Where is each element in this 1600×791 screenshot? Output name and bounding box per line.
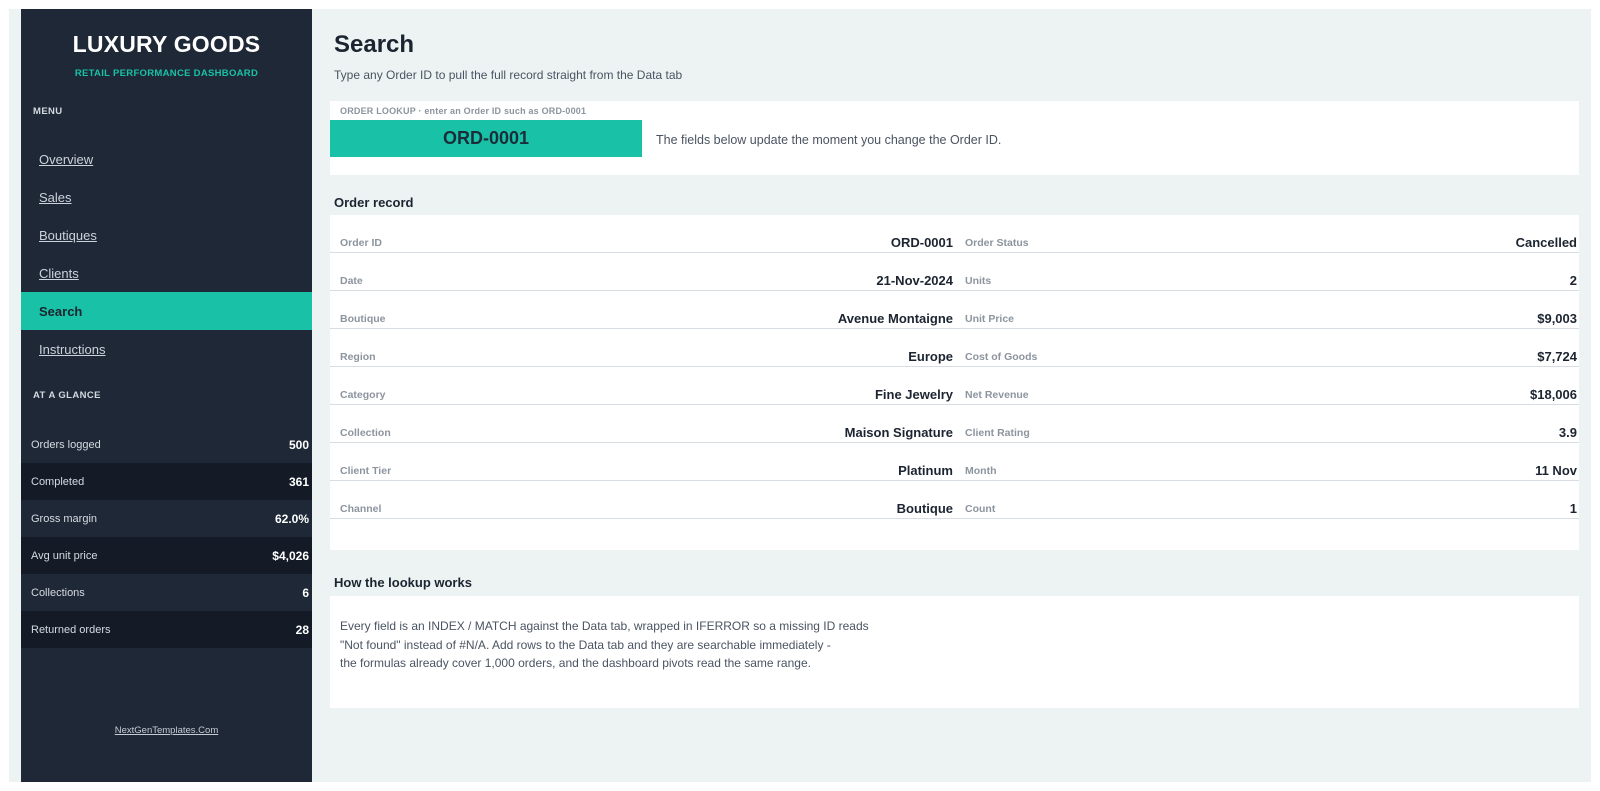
field-collection: Collection Maison Signature bbox=[330, 405, 955, 443]
app-frame: LUXURY GOODS RETAIL PERFORMANCE DASHBOAR… bbox=[9, 9, 1591, 782]
field-client-tier: Client Tier Platinum bbox=[330, 443, 955, 481]
field-value: ORD-0001 bbox=[890, 235, 953, 250]
field-channel: Channel Boutique bbox=[330, 481, 955, 519]
at-a-glance-label: AT A GLANCE bbox=[33, 390, 101, 401]
field-month: Month 11 Nov bbox=[955, 443, 1579, 481]
stat-label: Orders logged bbox=[31, 438, 101, 451]
sidebar-item-sales[interactable]: Sales bbox=[21, 178, 312, 216]
field-value: Platinum bbox=[898, 463, 953, 478]
main-content: Search Type any Order ID to pull the ful… bbox=[312, 9, 1591, 782]
record-card: Order ID ORD-0001 Date 21-Nov-2024 Bouti… bbox=[330, 215, 1579, 550]
field-value: Avenue Montaigne bbox=[837, 311, 953, 326]
field-order-id: Order ID ORD-0001 bbox=[330, 215, 955, 253]
field-date: Date 21-Nov-2024 bbox=[330, 253, 955, 291]
page-subtitle: Type any Order ID to pull the full recor… bbox=[334, 68, 683, 82]
field-label: Net Revenue bbox=[965, 389, 1029, 401]
field-label: Order Status bbox=[965, 237, 1029, 249]
stat-value: 6 bbox=[302, 585, 309, 600]
how-heading: How the lookup works bbox=[334, 575, 472, 590]
how-card: Every field is an INDEX / MATCH against … bbox=[330, 596, 1579, 708]
how-line: Every field is an INDEX / MATCH against … bbox=[340, 619, 869, 633]
stat-row-returned-orders: Returned orders 28 bbox=[21, 611, 312, 648]
field-label: Count bbox=[965, 503, 996, 515]
stat-row-avg-unit-price: Avg unit price $4,026 bbox=[21, 537, 312, 574]
field-label: Collection bbox=[340, 427, 391, 439]
field-value: 2 bbox=[1569, 273, 1577, 288]
stat-label: Collections bbox=[31, 586, 85, 599]
field-count: Count 1 bbox=[955, 481, 1579, 519]
field-label: Boutique bbox=[340, 313, 386, 325]
stat-label: Avg unit price bbox=[31, 549, 98, 562]
field-value: Cancelled bbox=[1515, 235, 1577, 250]
lookup-label: ORDER LOOKUP · enter an Order ID such as… bbox=[340, 106, 587, 116]
sidebar-item-boutiques[interactable]: Boutiques bbox=[21, 216, 312, 254]
field-value: Fine Jewelry bbox=[874, 387, 953, 402]
field-value: $7,724 bbox=[1537, 349, 1577, 364]
stat-value: 500 bbox=[288, 437, 309, 452]
how-line: the formulas already cover 1,000 orders,… bbox=[340, 656, 811, 670]
menu-label: MENU bbox=[33, 106, 63, 117]
field-client-rating: Client Rating 3.9 bbox=[955, 405, 1579, 443]
field-label: Order ID bbox=[340, 237, 383, 249]
lookup-hint: The fields below update the moment you c… bbox=[656, 133, 1002, 147]
field-category: Category Fine Jewelry bbox=[330, 367, 955, 405]
field-label: Region bbox=[340, 351, 376, 363]
field-label: Units bbox=[965, 275, 992, 287]
footer-link[interactable]: NextGenTemplates.Com bbox=[21, 725, 312, 736]
stat-value: 62.0% bbox=[274, 511, 309, 526]
field-cost-of-goods: Cost of Goods $7,724 bbox=[955, 329, 1579, 367]
sidebar-item-search[interactable]: Search bbox=[21, 292, 312, 330]
field-label: Category bbox=[340, 389, 386, 401]
field-unit-price: Unit Price $9,003 bbox=[955, 291, 1579, 329]
field-value: $9,003 bbox=[1537, 311, 1577, 326]
page-title: Search bbox=[334, 31, 415, 58]
field-region: Region Europe bbox=[330, 329, 955, 367]
stat-value: $4,026 bbox=[272, 548, 309, 563]
field-value: 3.9 bbox=[1558, 425, 1577, 440]
field-order-status: Order Status Cancelled bbox=[955, 215, 1579, 253]
field-value: 1 bbox=[1569, 501, 1577, 516]
field-value: Europe bbox=[908, 349, 953, 364]
sidebar-item-clients[interactable]: Clients bbox=[21, 254, 312, 292]
how-line: "Not found" instead of #N/A. Add rows to… bbox=[340, 637, 831, 652]
stat-label: Gross margin bbox=[31, 512, 98, 525]
field-label: Cost of Goods bbox=[965, 351, 1038, 363]
field-units: Units 2 bbox=[955, 253, 1579, 291]
field-label: Date bbox=[340, 275, 363, 287]
stat-row-completed: Completed 361 bbox=[21, 463, 312, 500]
brand-subtitle: RETAIL PERFORMANCE DASHBOARD bbox=[74, 68, 259, 79]
field-label: Client Tier bbox=[340, 465, 392, 477]
stat-row-gross-margin: Gross margin 62.0% bbox=[21, 500, 312, 537]
sidebar: LUXURY GOODS RETAIL PERFORMANCE DASHBOAR… bbox=[21, 9, 312, 782]
stat-value: 361 bbox=[288, 474, 309, 489]
field-value: 11 Nov bbox=[1535, 463, 1577, 478]
how-text: Every field is an INDEX / MATCH against … bbox=[340, 617, 869, 673]
field-value: $18,006 bbox=[1530, 387, 1577, 402]
stat-row-orders-logged: Orders logged 500 bbox=[21, 426, 312, 463]
sidebar-item-instructions[interactable]: Instructions bbox=[21, 330, 312, 368]
stat-value: 28 bbox=[295, 622, 309, 637]
brand-title: LUXURY GOODS bbox=[72, 31, 261, 57]
field-label: Client Rating bbox=[965, 427, 1030, 439]
sidebar-item-overview[interactable]: Overview bbox=[21, 140, 312, 178]
lookup-card: ORDER LOOKUP · enter an Order ID such as… bbox=[330, 101, 1579, 175]
field-label: Month bbox=[965, 465, 997, 477]
record-heading: Order record bbox=[334, 195, 414, 210]
order-id-input[interactable] bbox=[330, 120, 642, 157]
field-boutique: Boutique Avenue Montaigne bbox=[330, 291, 955, 329]
field-value: Maison Signature bbox=[844, 425, 953, 440]
field-value: Boutique bbox=[896, 501, 953, 516]
field-label: Unit Price bbox=[965, 313, 1015, 325]
field-value: 21-Nov-2024 bbox=[876, 273, 953, 288]
stat-label: Completed bbox=[31, 475, 85, 488]
field-label: Channel bbox=[340, 503, 382, 515]
stat-label: Returned orders bbox=[31, 623, 111, 636]
stat-row-collections: Collections 6 bbox=[21, 574, 312, 611]
field-net-revenue: Net Revenue $18,006 bbox=[955, 367, 1579, 405]
